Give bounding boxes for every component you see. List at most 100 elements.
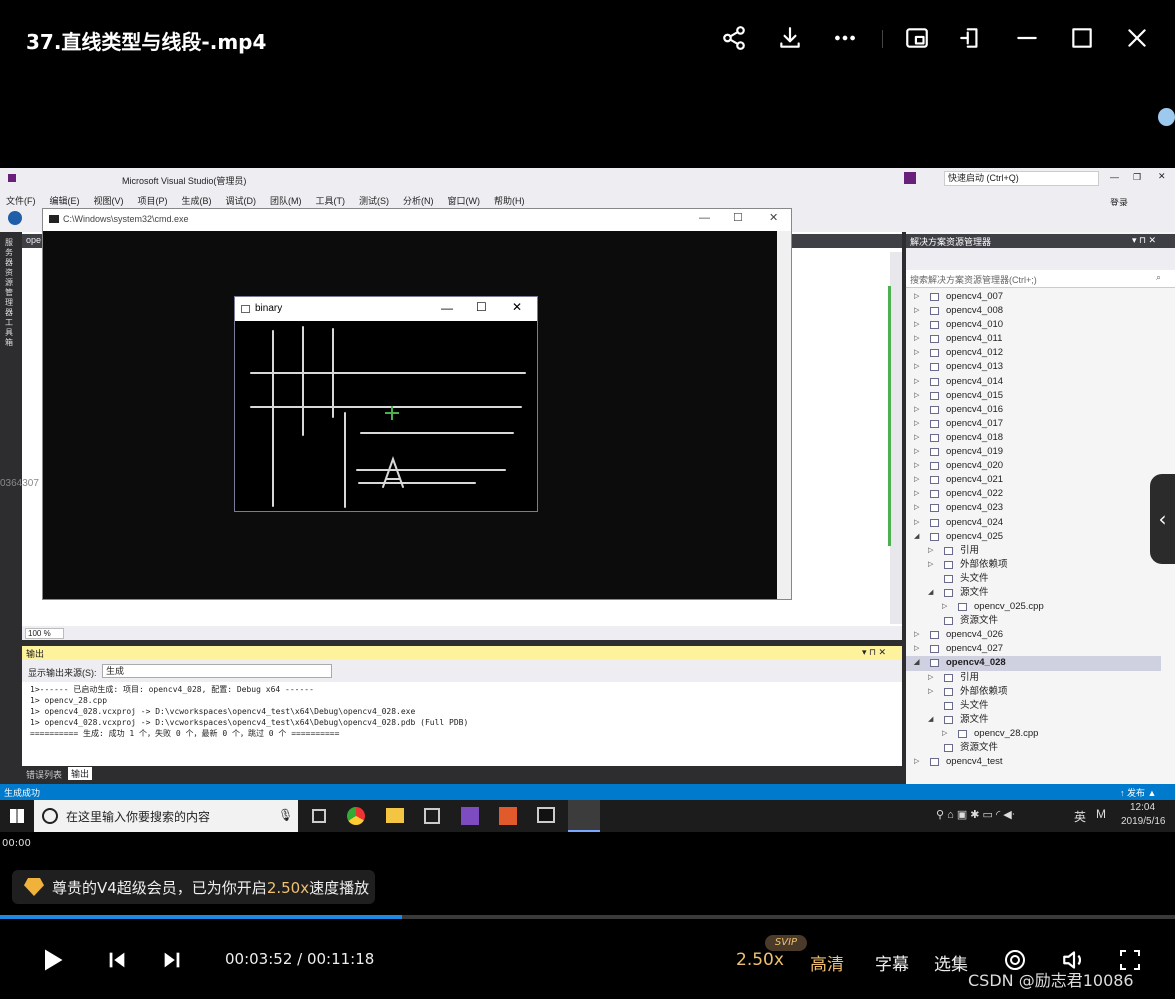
solution-tree-item[interactable]: ▷ opencv4_011 [906,332,1161,346]
solution-tree-item[interactable]: ▷ opencv4_008 [906,304,1161,318]
solution-tree-item[interactable]: ▷ opencv4_015 [906,389,1161,403]
next-button[interactable] [156,944,188,976]
episodes-button[interactable]: 选集 [934,950,968,975]
expand-arrow-icon[interactable]: ▷ [914,459,919,473]
expand-arrow-icon[interactable]: ▷ [914,403,919,417]
solution-tree-item[interactable]: ▷ opencv4_014 [906,375,1161,389]
ime-mode-icon[interactable]: M [1096,807,1106,821]
expand-arrow-icon[interactable]: ▷ [914,755,919,769]
menu-item[interactable]: 分析(N) [403,196,434,206]
binary-window[interactable]: binary — ☐ ✕ [234,296,538,512]
expand-arrow-icon[interactable]: ▷ [914,389,919,403]
cmd-close-icon[interactable]: ✕ [769,211,778,224]
solution-search-input[interactable]: 搜索解决方案资源管理器(Ctrl+;) ⌕ [906,270,1175,288]
menu-item[interactable]: 测试(S) [359,196,389,206]
solution-tree-item[interactable]: ▷ opencv4_017 [906,417,1161,431]
expand-arrow-icon[interactable]: ▷ [914,346,919,360]
vs-restore-icon[interactable]: ❐ [1133,172,1141,183]
solution-tree-item[interactable]: 头文件 [906,572,1161,586]
menu-item[interactable]: 项目(P) [138,196,168,206]
solution-tree-item[interactable]: ▷ opencv4_007 [906,290,1161,304]
binary-close-icon[interactable]: ✕ [512,300,522,314]
expand-arrow-icon[interactable]: ▷ [914,417,919,431]
solution-tree-item[interactable]: ▷ 引用 [906,671,1161,685]
zoom-select[interactable]: 100 % [25,628,64,639]
left-strip-label[interactable]: 服务器资源管理器 工具箱 [5,238,15,348]
notification-flag-icon[interactable] [904,172,916,184]
expand-arrow-icon[interactable]: ▷ [914,487,919,501]
menu-item[interactable]: 文件(F) [6,196,36,206]
vs-close-icon[interactable]: ✕ [1158,171,1166,182]
subtitle-button[interactable]: 字幕 [875,950,909,975]
expand-arrow-icon[interactable]: ◢ [928,713,933,727]
play-button[interactable] [36,944,68,976]
windows-start-icon[interactable] [10,809,24,823]
expand-arrow-icon[interactable]: ▷ [914,318,919,332]
visual-studio-icon[interactable] [461,807,479,825]
solution-tree-item[interactable]: ◢ opencv4_025 [906,530,1161,544]
expand-arrow-icon[interactable]: ▷ [914,290,919,304]
quality-button[interactable]: 高清 [810,950,844,975]
menu-item[interactable]: 视图(V) [94,196,124,206]
taskbar-search-input[interactable]: 在这里输入你要搜索的内容 🎙 [34,800,298,832]
expand-arrow-icon[interactable]: ▷ [942,600,947,614]
solution-tree-item[interactable]: ◢ opencv4_028 [906,656,1161,671]
maximize-icon[interactable] [1066,22,1098,54]
file-explorer-icon[interactable] [386,808,404,823]
solution-tree-item[interactable]: ▷ opencv4_019 [906,445,1161,459]
clock-date[interactable]: 2019/5/16 [1121,816,1166,827]
output-log[interactable]: 1>------ 已启动生成: 项目: opencv4_028, 配置: Deb… [22,682,902,766]
search-icon[interactable]: ⌕ [1156,272,1161,283]
video-frame[interactable]: Microsoft Visual Studio(管理员) 快速启动 (Ctrl+… [0,168,1175,832]
minimize-icon[interactable] [1011,22,1043,54]
side-panel-toggle[interactable]: ‹ [1150,474,1175,564]
expand-arrow-icon[interactable]: ▷ [914,304,919,318]
previous-button[interactable] [101,944,133,976]
quick-launch-input[interactable]: 快速启动 (Ctrl+Q) [944,171,1099,186]
close-icon[interactable] [1121,22,1153,54]
float-ball-icon[interactable] [1158,108,1175,126]
opencv-window-icon[interactable] [568,800,600,832]
menu-item[interactable]: 工具(T) [316,196,346,206]
expand-arrow-icon[interactable]: ▷ [914,332,919,346]
solution-tree-item[interactable]: ▷ opencv4_013 [906,360,1161,374]
menu-item[interactable]: 调试(D) [226,196,257,206]
more-icon[interactable] [829,22,861,54]
cmd-minimize-icon[interactable]: — [699,212,710,224]
solution-tree-item[interactable]: ▷ 外部依赖项 [906,685,1161,699]
output-close-icon[interactable]: ▾ ⊓ ✕ [862,647,886,658]
solution-tree-item[interactable]: ▷ opencv4_027 [906,642,1161,656]
terminal-icon[interactable] [537,807,555,823]
cmd-maximize-icon[interactable]: ☐ [733,211,743,224]
output-source-select[interactable]: 生成 [102,664,332,678]
binary-minimize-icon[interactable]: — [441,301,453,315]
expand-arrow-icon[interactable]: ▷ [928,685,933,699]
microphone-icon[interactable]: 🎙 [278,808,293,822]
expand-arrow-icon[interactable]: ▷ [914,516,919,530]
clock-time[interactable]: 12:04 [1130,802,1155,813]
task-view-icon[interactable] [312,809,326,823]
expand-arrow-icon[interactable]: ▷ [914,473,919,487]
expand-arrow-icon[interactable]: ▷ [928,671,933,685]
vs-minimize-icon[interactable]: — [1110,172,1119,182]
expand-arrow-icon[interactable]: ▷ [914,360,919,374]
solution-tree-item[interactable]: ▷ 外部依赖项 [906,558,1161,572]
solution-tree-item[interactable]: ▷ opencv_025.cpp [906,600,1161,614]
expand-arrow-icon[interactable]: ◢ [928,586,933,600]
solution-tree-item[interactable]: ▷ opencv4_020 [906,459,1161,473]
solution-tree-item[interactable]: ▷ opencv4_016 [906,403,1161,417]
calendar-icon[interactable] [424,808,440,824]
tab-output[interactable]: 输出 [68,767,93,780]
solution-close-icon[interactable]: ▾ ⊓ ✕ [1132,235,1156,246]
expand-arrow-icon[interactable]: ▷ [942,727,947,741]
expand-arrow-icon[interactable]: ▷ [914,501,919,515]
solution-tree-item[interactable]: ▷ opencv4_021 [906,473,1161,487]
solution-tree-item[interactable]: ▷ opencv4_010 [906,318,1161,332]
solution-tree-item[interactable]: ◢ 源文件 [906,586,1161,600]
picture-in-picture-icon[interactable] [901,22,933,54]
solution-tree-item[interactable]: ▷ opencv4_018 [906,431,1161,445]
editor-tab[interactable]: ope [26,235,41,245]
binary-maximize-icon[interactable]: ☐ [476,300,487,314]
expand-arrow-icon[interactable]: ▷ [914,642,919,656]
solution-tree-item[interactable]: 资源文件 [906,741,1161,755]
